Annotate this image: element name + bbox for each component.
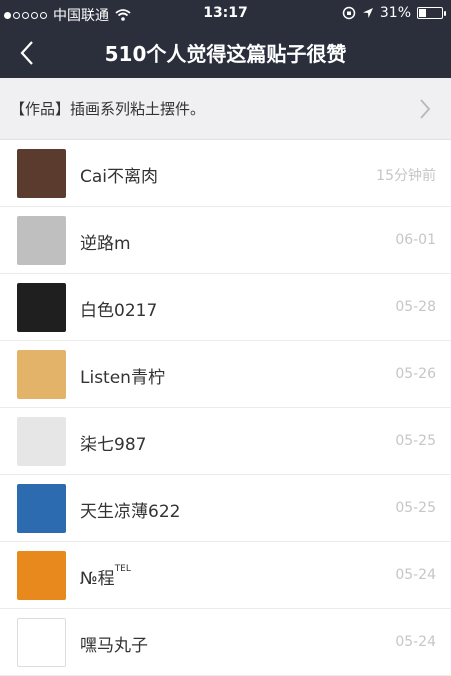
list-item[interactable]: 柒七987 05-25: [0, 408, 451, 475]
avatar[interactable]: [17, 283, 66, 332]
user-name[interactable]: 白色0217: [80, 296, 157, 321]
avatar[interactable]: [17, 417, 66, 466]
like-date: 05-25: [395, 433, 436, 449]
list-item[interactable]: 逆路m 06-01: [0, 207, 451, 274]
like-date: 05-28: [395, 299, 436, 315]
like-date: 06-01: [395, 232, 436, 248]
user-name[interactable]: 柒七987: [80, 430, 146, 455]
avatar[interactable]: [17, 551, 66, 600]
navigation-bar: 510个人觉得这篇贴子很赞: [0, 28, 451, 78]
avatar[interactable]: [17, 350, 66, 399]
avatar[interactable]: [17, 216, 66, 265]
list-item[interactable]: 白色0217 05-28: [0, 274, 451, 341]
top-bar: 中国联通 13:17 31% 510个人觉得这篇贴子很赞: [0, 0, 451, 78]
status-bar: 中国联通 13:17 31%: [0, 0, 451, 28]
user-name-superscript: TEL: [114, 564, 131, 574]
list-item[interactable]: Listen青柠 05-26: [0, 341, 451, 408]
avatar[interactable]: [17, 149, 66, 198]
user-list: Cai不离肉 15分钟前逆路m 06-01 白色0217 05-28 Listen青柠 05…: [0, 140, 451, 676]
location-icon: [362, 8, 373, 18]
post-link[interactable]: 【作品】插画系列粘土摆件。: [0, 78, 451, 140]
like-date: 05-26: [395, 366, 436, 382]
chevron-right-icon: [420, 99, 431, 119]
battery-icon: [417, 7, 446, 19]
page-title: 510个人觉得这篇贴子很赞: [104, 42, 347, 66]
like-date: 05-24: [395, 567, 436, 583]
rotation-lock-icon: [342, 6, 356, 20]
like-date: 05-24: [395, 634, 436, 650]
list-item[interactable]: 天生凉薄622 05-25: [0, 475, 451, 542]
like-date: 15分钟前: [376, 168, 436, 184]
avatar[interactable]: [17, 484, 66, 533]
post-link-label: 【作品】插画系列粘土摆件。: [10, 100, 206, 118]
user-name[interactable]: 嘿马丸子: [80, 631, 148, 656]
like-date: 05-25: [395, 500, 436, 516]
user-name[interactable]: №程TEL: [80, 564, 131, 589]
list-item[interactable]: №程TEL 05-24: [0, 542, 451, 609]
user-name[interactable]: Listen青柠: [80, 363, 165, 388]
user-name[interactable]: 天生凉薄622: [80, 497, 180, 522]
list-item[interactable]: 嘿马丸子 05-24: [0, 609, 451, 676]
list-item[interactable]: Cai不离肉 15分钟前: [0, 140, 451, 207]
battery-fill: [419, 9, 426, 17]
battery-percent: 31%: [379, 5, 411, 21]
user-name[interactable]: Cai不离肉: [80, 162, 158, 187]
avatar[interactable]: [17, 618, 66, 667]
user-name[interactable]: 逆路m: [80, 229, 131, 254]
